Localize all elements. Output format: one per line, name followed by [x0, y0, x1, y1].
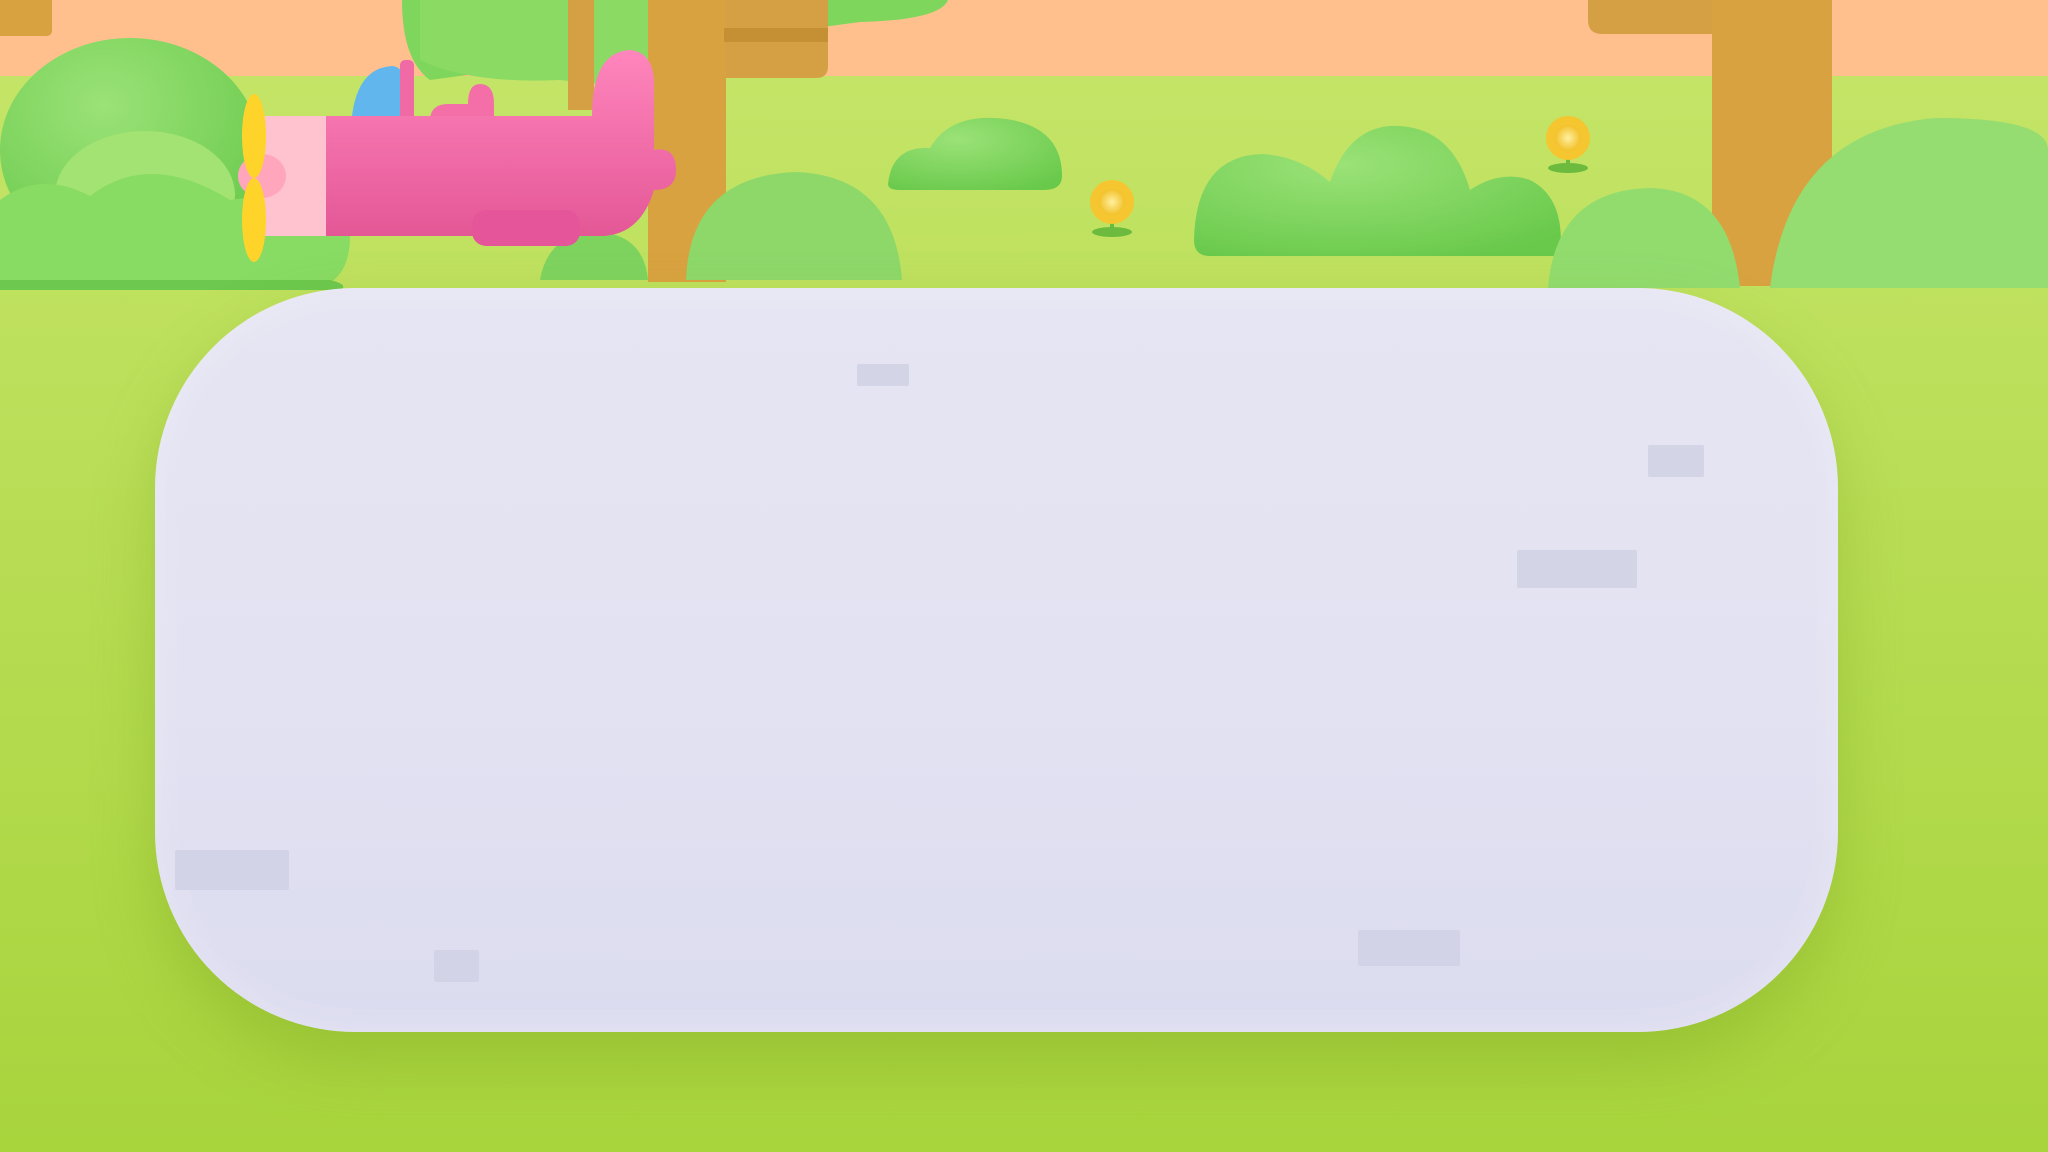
blur-chip	[175, 850, 289, 890]
game-scene	[0, 0, 2048, 1152]
blur-chip	[1517, 550, 1637, 588]
blur-chip	[1358, 930, 1460, 966]
blur-chip	[1648, 445, 1704, 477]
content-panel	[155, 288, 1838, 1032]
blur-chip	[434, 950, 479, 982]
blur-chip	[857, 364, 909, 386]
tree-trunk-left	[0, 0, 52, 36]
